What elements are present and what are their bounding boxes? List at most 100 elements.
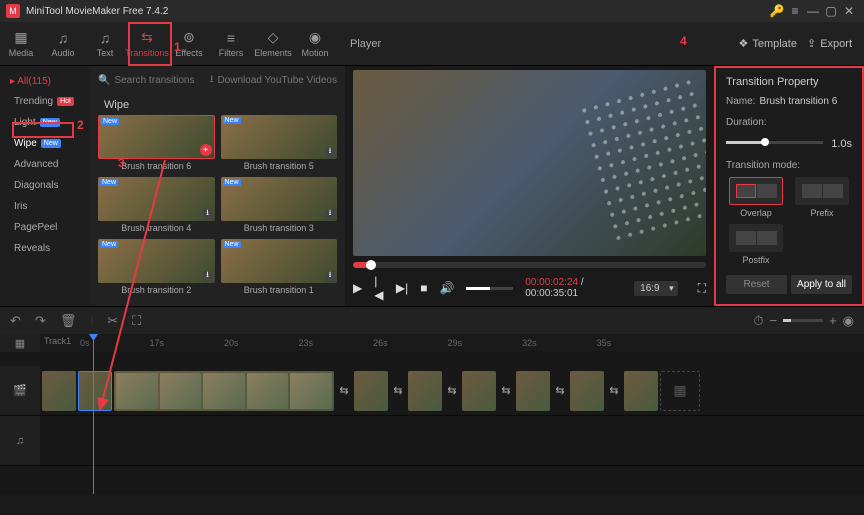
props-name-value: Brush transition 6 [759,96,837,107]
drop-slot[interactable]: ▦ [660,371,700,411]
export-icon: ⇪ [807,37,816,50]
media-tab[interactable]: ▦Media [0,22,42,65]
mode-postfix[interactable] [729,224,783,252]
close-window-icon[interactable]: ✕ [840,2,858,20]
download-icon[interactable]: ⭳ [325,147,335,157]
play-button[interactable]: ▶ [353,281,362,295]
zoom-in-button[interactable]: + [829,313,837,328]
transition-property-panel: Transition Property Name:Brush transitio… [714,66,864,306]
filters-tab[interactable]: ≡Filters [210,22,252,65]
aspect-ratio-select[interactable]: 16:9 [634,281,677,296]
transition-icon[interactable]: ⇆ [606,383,622,399]
effects-icon: ⊚ [183,29,195,46]
timeline-clip[interactable] [42,371,76,411]
audio-track-head[interactable]: ♫ [0,416,40,465]
download-icon[interactable]: ⭳ [203,209,213,219]
mode-prefix[interactable] [795,177,849,205]
template-icon: ❖ [738,37,748,50]
download-icon[interactable]: ⭳ [203,271,213,281]
stop-button[interactable]: ■ [420,281,427,295]
download-youtube-button[interactable]: ⭳Download YouTube Videos [210,72,337,89]
timeline-clip[interactable] [570,371,604,411]
speed-icon[interactable]: ⏱ [753,313,763,329]
transition-icon[interactable]: ⇆ [498,383,514,399]
audio-track[interactable] [40,416,864,465]
sidebar-item-diagonals[interactable]: Diagonals [0,175,90,196]
text-icon: ♫ [100,30,111,46]
zoom-slider[interactable] [783,319,823,322]
audio-tab[interactable]: ♫Audio [42,22,84,65]
sidebar-item-pagepeel[interactable]: PagePeel [0,217,90,238]
download-icon[interactable]: ⭳ [325,271,335,281]
main-toolbar: ▦Media ♫Audio ♫Text ⇆Transitions ⊚Effect… [0,22,864,66]
annotation-arrow [95,160,175,423]
sidebar-item-trending[interactable]: TrendingHot [0,91,90,112]
transition-thumb[interactable]: New⭳Brush transition 3 [221,177,338,233]
sidebar-item-wipe[interactable]: WipeNew [0,133,90,154]
volume-slider[interactable] [466,287,513,290]
filters-icon: ≡ [227,30,235,46]
search-input[interactable]: 🔍Search transitions [98,75,204,86]
timeline-clip[interactable] [462,371,496,411]
transition-thumb[interactable]: New⭳Brush transition 5 [221,115,338,171]
sidebar-all[interactable]: ▸ All(115) [0,72,90,91]
props-title: Transition Property [726,76,852,88]
undo-button[interactable]: ↶ [10,313,21,329]
transitions-icon: ⇆ [141,29,153,46]
export-button[interactable]: ⇪Export [807,37,852,50]
duration-slider[interactable] [726,141,823,144]
fullscreen-button[interactable]: ⛶ [698,281,706,296]
transitions-tab[interactable]: ⇆Transitions [126,22,168,65]
app-logo-icon: M [6,4,20,18]
next-frame-button[interactable]: ▶| [396,281,408,295]
video-track-head[interactable]: 🎬 [0,366,40,415]
sidebar-item-reveals[interactable]: Reveals [0,238,90,259]
media-icon: ▦ [14,29,27,46]
transition-icon[interactable]: ⇆ [390,383,406,399]
sidebar-item-advanced[interactable]: Advanced [0,154,90,175]
mode-overlap[interactable] [729,177,783,205]
volume-icon[interactable]: 🔊 [439,281,454,295]
scrub-bar[interactable] [353,262,706,268]
mode-label: Transition mode: [726,160,852,171]
zoom-out-button[interactable]: − [769,313,777,328]
search-icon: 🔍 [98,75,110,86]
transition-icon[interactable]: ⇆ [336,383,352,399]
sidebar-item-iris[interactable]: Iris [0,196,90,217]
hamburger-menu-icon[interactable]: ≡ [786,2,804,20]
download-icon: ⭳ [210,72,214,89]
annotation-2: 2 [77,118,84,132]
maximize-window-icon[interactable]: ▢ [822,2,840,20]
timeline-ruler-head[interactable]: ▦ [0,334,40,352]
timeline-clip[interactable] [354,371,388,411]
minimize-window-icon[interactable]: — [804,2,822,20]
add-icon[interactable]: + [200,144,212,156]
transition-thumb[interactable]: New⭳Brush transition 1 [221,239,338,295]
apply-all-button[interactable]: Apply to all [791,275,852,294]
motion-icon: ◉ [309,29,321,46]
text-tab[interactable]: ♫Text [84,22,126,65]
browser-category-title: Wipe [104,99,337,111]
prev-frame-button[interactable]: |◀ [374,274,384,302]
annotation-1: 1 [174,40,181,54]
audio-icon: ♫ [58,30,69,46]
timeline-clip[interactable] [408,371,442,411]
playhead[interactable] [93,334,94,494]
video-player: ▶ |◀ ▶| ■ 🔊 00:00:02:24 / 00:00:35:01 16… [345,66,714,306]
redo-button[interactable]: ↷ [35,313,46,329]
motion-tab[interactable]: ◉Motion [294,22,336,65]
download-icon[interactable]: ⭳ [325,209,335,219]
zoom-fit-button[interactable]: ◉ [843,313,854,329]
transition-icon[interactable]: ⇆ [552,383,568,399]
timeline-clip[interactable] [516,371,550,411]
duration-value: 1.0s [831,138,852,150]
license-key-icon[interactable]: 🔑 [768,2,786,20]
template-button[interactable]: ❖Template [738,37,797,50]
player-viewport[interactable] [353,70,706,256]
reset-button[interactable]: Reset [726,275,787,294]
elements-tab[interactable]: ◇Elements [252,22,294,65]
player-label: Player [350,22,381,65]
transition-icon[interactable]: ⇆ [444,383,460,399]
timeline-clip[interactable] [624,371,658,411]
delete-button[interactable]: 🗑 [60,313,77,329]
